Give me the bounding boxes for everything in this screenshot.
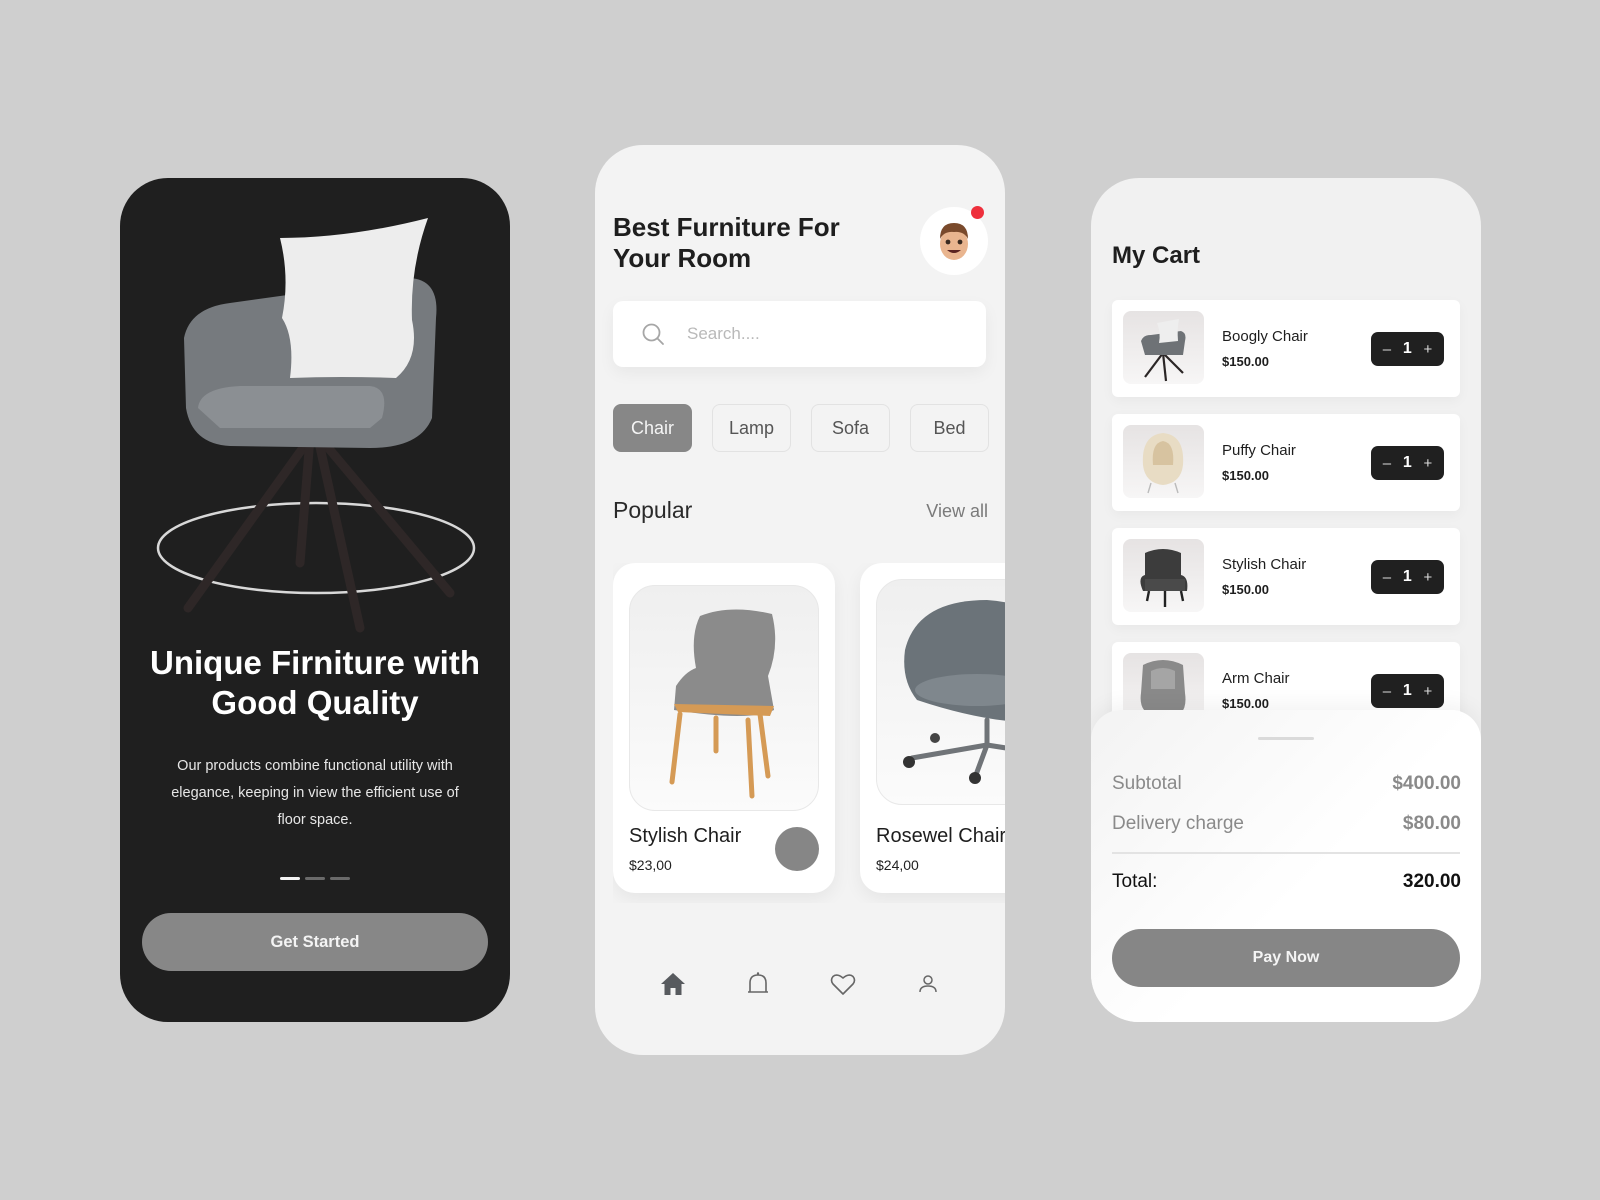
item-image (1123, 425, 1204, 498)
category-bed[interactable]: Bed (910, 404, 989, 452)
bottom-nav (595, 969, 1005, 999)
search-icon (642, 323, 664, 345)
user-icon (918, 975, 937, 993)
product-name: Rosewel Chair (876, 825, 1005, 847)
notification-badge (971, 206, 984, 219)
page-title: Best Furniture For Your Room (613, 212, 840, 274)
product-name: Stylish Chair (629, 825, 742, 847)
cart-screen: My Cart Boogly Chair $150.00 – 1 + Puffy… (1091, 178, 1481, 1022)
nav-favorites[interactable] (828, 969, 858, 999)
page-dot[interactable] (305, 877, 325, 880)
section-title: Popular (613, 497, 693, 523)
nav-notifications[interactable] (743, 969, 773, 999)
onboarding-screen: Unique Firniture with Good Quality Our p… (120, 178, 510, 1022)
quantity-value: 1 (1402, 568, 1412, 585)
item-price: $150.00 (1222, 354, 1269, 369)
page-dot[interactable] (280, 877, 300, 880)
nav-profile[interactable] (913, 969, 943, 999)
subtotal-value: $400.00 (1392, 773, 1461, 794)
onboarding-description: Our products combine functional utility … (171, 758, 459, 828)
delivery-value: $80.00 (1402, 813, 1461, 834)
search-input[interactable] (687, 324, 947, 344)
quantity-stepper: – 1 + (1371, 332, 1444, 366)
product-card[interactable]: Rosewel Chair $24,00 (860, 563, 1005, 893)
decrease-button[interactable]: – (1383, 569, 1391, 586)
product-card[interactable]: Stylish Chair $23,00 (613, 563, 835, 893)
title-line-1: Unique Firniture with (150, 644, 480, 681)
get-started-button[interactable]: Get Started (142, 913, 488, 971)
item-name: Stylish Chair (1222, 556, 1307, 573)
subtotal-label: Subtotal (1112, 773, 1182, 794)
page-dot[interactable] (330, 877, 350, 880)
home-icon (660, 973, 685, 995)
increase-button[interactable]: + (1423, 683, 1432, 700)
delivery-label: Delivery charge (1112, 813, 1244, 834)
product-price: $23,00 (629, 857, 672, 873)
increase-button[interactable]: + (1423, 455, 1432, 472)
bell-icon (747, 972, 768, 993)
item-name: Puffy Chair (1222, 442, 1296, 459)
popular-products: Stylish Chair $23,00 Rosewel Chair $24,0… (613, 563, 1005, 903)
increase-button[interactable]: + (1423, 341, 1432, 358)
decrease-button[interactable]: – (1383, 455, 1391, 472)
add-to-cart-button[interactable] (775, 827, 819, 871)
pay-now-button[interactable]: Pay Now (1112, 929, 1460, 987)
product-price: $24,00 (876, 857, 919, 873)
item-name: Arm Chair (1222, 670, 1290, 687)
total-label: Total: (1112, 871, 1158, 892)
divider (1112, 852, 1460, 854)
total-row: Total: 320.00 (1112, 871, 1461, 893)
item-price: $150.00 (1222, 696, 1269, 711)
quantity-stepper: – 1 + (1371, 674, 1444, 708)
increase-button[interactable]: + (1423, 569, 1432, 586)
item-name: Boogly Chair (1222, 328, 1308, 345)
onboarding-title: Unique Firniture with Good Quality (120, 643, 510, 723)
category-tabs: Chair Lamp Sofa Bed (613, 404, 989, 452)
nav-home[interactable] (658, 969, 688, 999)
page-title: My Cart (1112, 242, 1201, 269)
cart-item: Stylish Chair $150.00 – 1 + (1112, 528, 1460, 625)
quantity-value: 1 (1402, 340, 1412, 357)
delivery-row: Delivery charge $80.00 (1112, 813, 1461, 835)
cart-item: Puffy Chair $150.00 – 1 + (1112, 414, 1460, 511)
title-line-1: Best Furniture For (613, 212, 840, 242)
quantity-stepper: – 1 + (1371, 560, 1444, 594)
total-value: 320.00 (1402, 871, 1461, 892)
drag-handle[interactable] (1258, 737, 1314, 740)
decrease-button[interactable]: – (1383, 341, 1391, 358)
memoji-avatar-icon (940, 223, 968, 260)
quantity-value: 1 (1402, 682, 1412, 699)
item-image (1123, 539, 1204, 612)
item-price: $150.00 (1222, 468, 1269, 483)
category-lamp[interactable]: Lamp (712, 404, 791, 452)
title-line-2: Good Quality (211, 684, 419, 721)
item-price: $150.00 (1222, 582, 1269, 597)
product-image (876, 579, 1005, 805)
category-chair[interactable]: Chair (613, 404, 692, 452)
checkout-summary-sheet: Subtotal $400.00 Delivery charge $80.00 … (1091, 710, 1481, 1022)
item-image (1123, 311, 1204, 384)
view-all-link[interactable]: View all (926, 501, 988, 522)
decrease-button[interactable]: – (1383, 683, 1391, 700)
quantity-stepper: – 1 + (1371, 446, 1444, 480)
heart-icon (830, 974, 855, 995)
cart-item: Boogly Chair $150.00 – 1 + (1112, 300, 1460, 397)
home-screen: Best Furniture For Your Room Chair Lamp … (595, 145, 1005, 1055)
quantity-value: 1 (1402, 454, 1412, 471)
product-image (629, 585, 819, 811)
title-line-2: Your Room (613, 243, 752, 273)
subtotal-row: Subtotal $400.00 (1112, 773, 1461, 795)
category-sofa[interactable]: Sofa (811, 404, 890, 452)
page-indicator (120, 877, 510, 880)
search-bar[interactable] (613, 301, 986, 367)
